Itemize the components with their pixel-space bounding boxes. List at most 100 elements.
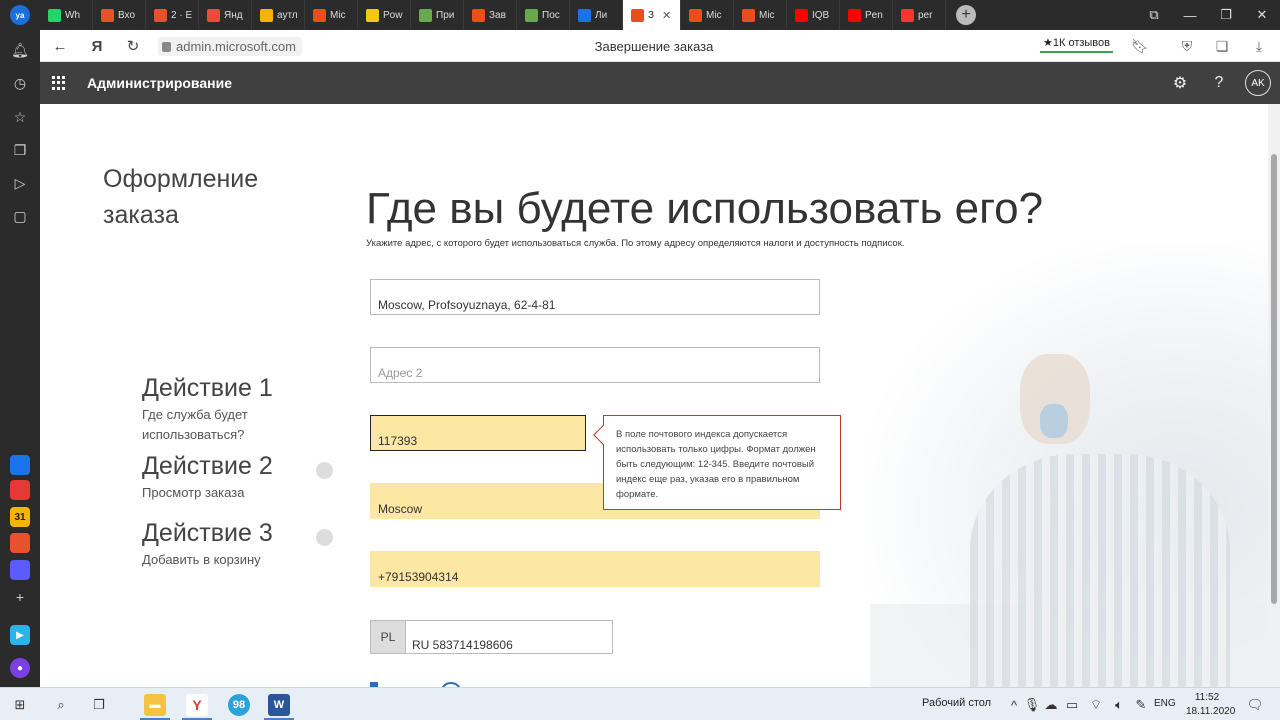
battery-icon[interactable]: ▭ [1061,694,1083,716]
checkout-page: Оформление заказа Где вы будете использо… [40,104,1268,687]
browser-tab[interactable]: Вхо [93,0,146,30]
tab-favicon-icon [313,8,326,22]
play-icon[interactable]: ▷ [10,173,30,193]
messenger-app-icon[interactable] [10,560,30,580]
headset-shape [1040,404,1068,438]
browser-tab[interactable]: Янд [199,0,252,30]
step-3-indicator [316,529,333,546]
browser-tab-active[interactable]: З ✕ [623,0,681,30]
collections-toolbar-icon[interactable]: ❏ [1212,36,1232,56]
bell-icon[interactable]: 🔔︎ [10,40,30,60]
mail-app-icon[interactable] [10,533,30,553]
step-description: Просмотр заказа [142,485,245,500]
protect-icon[interactable]: ⛨ [1177,36,1197,56]
page-scrollbar[interactable] [1268,104,1280,687]
windows-taskbar: ⊞ ⌕ ❒ ▬ Y 98 W Рабочий стол ^ 🎙︎ ☁ ▭ ⌔ 🔈… [0,687,1280,720]
volume-icon[interactable]: 🔈︎ [1108,694,1130,716]
wifi-icon[interactable]: ⌔ [1085,694,1107,716]
taskbar-clock[interactable]: 11:52 18.11.2020 [1186,691,1235,719]
checkout-title: Оформление заказа [103,165,259,229]
desktop-toolbar-label[interactable]: Рабочий стол [922,697,991,709]
window-controls: ⧉ — ❐ ✕ [1136,0,1280,30]
tab-favicon-icon [742,8,755,22]
tab-favicon-icon [101,8,114,22]
app-launcher-icon[interactable] [52,76,66,90]
app-header: Администрирование ⚙ ? AK [40,62,1280,104]
windows-start-icon[interactable]: ⊞ [9,694,31,716]
step-3: Действие 3 Добавить в корзину [142,519,273,570]
app-brand[interactable]: Администрирование [87,75,232,91]
page-subtitle: Укажите адрес, с которого будет использо… [366,238,905,249]
input-language[interactable]: ENG [1154,698,1176,709]
minimize-icon[interactable]: — [1172,0,1208,30]
tab-favicon-icon [260,8,273,22]
reviews-badge[interactable]: ★1К отзывов [1040,36,1113,53]
postal-error-tooltip: В поле почтового индекса допускается исп… [593,415,841,510]
browser-sidebar: 🔔︎ ◷ ☆ ❐ ▷ ▢ 31 + ▶ ● [0,30,40,687]
tab-favicon-icon [48,8,61,22]
postal-code-input[interactable]: 117393 [370,415,586,451]
bookmark-icon[interactable]: 🔖︎ [1130,36,1150,56]
search-icon[interactable]: ⌕ [50,694,72,716]
tabs-menu-icon[interactable]: ⧉ [1136,0,1172,30]
add-app-icon[interactable]: + [10,587,30,607]
calendar-icon[interactable]: ▢ [10,206,30,226]
restore-icon[interactable]: ❐ [1208,0,1244,30]
onedrive-icon[interactable]: ☁ [1040,694,1062,716]
file-explorer-icon[interactable]: ▬ [144,694,166,716]
browser-tab[interactable]: Pen [840,0,893,30]
avatar[interactable]: AK [1245,70,1271,96]
yandex-browser-taskbar-icon[interactable]: Y [186,694,208,716]
background-photo [870,244,1268,687]
step-1: Действие 1 Где служба будет использовать… [142,374,292,445]
browser-tab[interactable]: Mic [681,0,734,30]
download-icon[interactable]: ⤓ [1249,36,1269,56]
tab-favicon-icon [901,8,914,22]
history-clock-icon[interactable]: ◷ [10,73,30,93]
task-view-icon[interactable]: ❒ [88,694,110,716]
browser-tab[interactable]: Зав [464,0,517,30]
browser-tab[interactable]: Mic [734,0,787,30]
tab-favicon-icon [207,8,220,22]
page-heading: Где вы будете использовать его? [366,184,1044,233]
address1-input[interactable]: Moscow, Profsoyuznaya, 62-4-81 [370,279,820,315]
send-app-icon[interactable]: ▶ [10,625,30,645]
browser-tab-strip: ya Wh Вхо 2 · E Янд аутл Mic Pow При Зав… [0,0,1280,30]
alice-assistant-icon[interactable]: ● [10,658,30,678]
step-description: Где служба будет использоваться? [142,407,248,442]
browser-tab[interactable]: аутл [252,0,305,30]
phone-input[interactable]: +79153904314 [370,551,820,587]
address2-input[interactable]: Адрес 2 [370,347,820,383]
collections-icon[interactable]: ❐ [10,140,30,160]
close-window-icon[interactable]: ✕ [1244,0,1280,30]
maps-app-icon[interactable] [10,480,30,500]
country-code[interactable]: PL [370,620,406,654]
browser-tab[interactable]: Пос [517,0,570,30]
browser-tab[interactable]: 2 · E [146,0,199,30]
help-icon[interactable]: ? [1209,73,1229,93]
word-icon[interactable]: W [268,694,290,716]
browser-tab[interactable]: Mic [305,0,358,30]
close-tab-icon[interactable]: ✕ [662,9,671,22]
tab-favicon-icon [472,8,485,22]
browser-tab[interactable]: Ли [570,0,623,30]
gear-icon[interactable]: ⚙ [1170,73,1190,93]
browser-tab[interactable]: Wh [40,0,93,30]
browser-tab[interactable]: При [411,0,464,30]
tab-favicon-icon [525,8,538,22]
notifications-icon[interactable]: 🗨︎ [1244,694,1266,716]
pen-icon[interactable]: ✎ [1130,694,1152,716]
new-tab-button[interactable]: + [956,5,976,25]
tab-favicon-icon [631,8,644,22]
vat-input[interactable]: RU 583714198606 [405,620,613,654]
market-app-icon[interactable] [10,455,30,475]
yandex-browser-logo[interactable]: ya [0,0,40,30]
browser-tab[interactable]: per [893,0,946,30]
star-icon[interactable]: ☆ [10,107,30,127]
telegram-icon[interactable]: 98 [228,694,250,716]
browser-tab[interactable]: Pow [358,0,411,30]
tab-favicon-icon [689,8,702,22]
browser-tab[interactable]: IQB [787,0,840,30]
calendar-app-icon[interactable]: 31 [10,507,30,527]
scrollbar-thumb[interactable] [1271,154,1277,604]
